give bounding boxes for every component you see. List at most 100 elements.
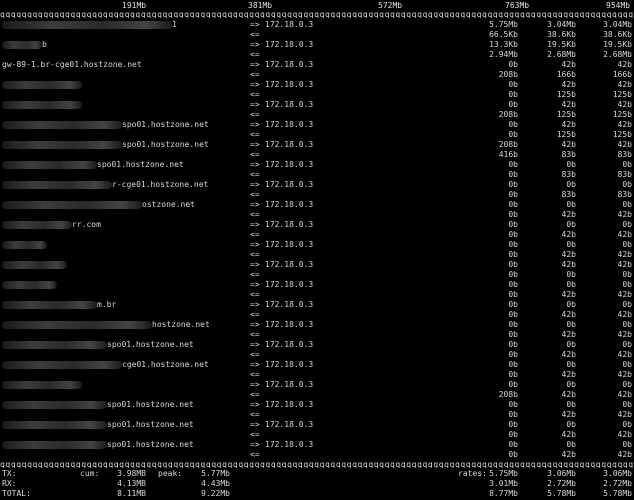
connection-row-in: <= 0b 42b 42b bbox=[0, 210, 634, 220]
connection-row-out: => 172.18.0.3 0b 42b 42b bbox=[0, 260, 634, 270]
remote-host-text: spo01.hostzone.net bbox=[107, 440, 194, 449]
rate-40s: 42b bbox=[617, 140, 632, 149]
remote-host: r-cge01.hostzone.net bbox=[2, 180, 208, 190]
direction-arrow: <= bbox=[250, 330, 260, 339]
rate-40s: 19.5Kb bbox=[603, 40, 632, 49]
direction-arrow: <= bbox=[250, 130, 260, 139]
rate-10s: 0b bbox=[566, 200, 576, 209]
connection-list: 1 => 172.18.0.3 5.75Mb 3.04Mb 3.04Mb <= 66.5Kb 3… bbox=[0, 20, 634, 460]
local-host: 172.18.0.3 bbox=[265, 280, 314, 289]
remote-host-text: cge01.hostzone.net bbox=[122, 360, 209, 369]
connection-row-out: => 172.18.0.3 0b 0b 0b bbox=[0, 240, 634, 250]
connection-row-in: <= 416b 83b 83b bbox=[0, 150, 634, 160]
connection-row-out: => 172.18.0.3 0b 42b 42b bbox=[0, 80, 634, 90]
direction-arrow: => bbox=[250, 420, 260, 429]
remote-host: spo01.hostzone.net bbox=[2, 440, 194, 450]
scale-label-5: 954Mb bbox=[606, 1, 631, 10]
local-host: 172.18.0.3 bbox=[265, 360, 314, 369]
rate-10s: 0b bbox=[566, 340, 576, 349]
connection-row-in: <= 0b 125b 125b bbox=[0, 90, 634, 100]
cum-label: cum: bbox=[80, 469, 100, 478]
redaction-mark bbox=[2, 420, 107, 429]
scale-label-1: 191Mb bbox=[122, 1, 147, 10]
redaction-mark bbox=[2, 100, 82, 109]
rate-40s: 0b bbox=[622, 220, 632, 229]
rate-2s: 0b bbox=[508, 270, 518, 279]
direction-arrow: <= bbox=[250, 150, 260, 159]
rate-40s: 42b bbox=[617, 350, 632, 359]
rate-2s: 0b bbox=[508, 440, 518, 449]
rate-10s: 125b bbox=[556, 130, 576, 139]
rate-40s: 0b bbox=[622, 380, 632, 389]
rate-10s: 42b bbox=[561, 230, 576, 239]
connection-row-out: r-cge01.hostzone.net => 172.18.0.3 0b 0b 0b bbox=[0, 180, 634, 190]
local-host: 172.18.0.3 bbox=[265, 40, 314, 49]
connection-row-out: 1 => 172.18.0.3 5.75Mb 3.04Mb 3.04Mb bbox=[0, 20, 634, 30]
connection-row-in: <= 0b 83b 83b bbox=[0, 170, 634, 180]
connection-row-out: spo01.hostzone.net => 172.18.0.3 0b 0b 0b bbox=[0, 160, 634, 170]
remote-host: cge01.hostzone.net bbox=[2, 360, 209, 370]
rate-2s: 0b bbox=[508, 450, 518, 459]
direction-arrow: <= bbox=[250, 270, 260, 279]
scale-label-3: 572Mb bbox=[378, 1, 403, 10]
rate-40s: 42b bbox=[617, 330, 632, 339]
connection-row-in: <= 0b 42b 42b bbox=[0, 230, 634, 240]
rate-40s: 42b bbox=[617, 390, 632, 399]
direction-arrow: => bbox=[250, 380, 260, 389]
redaction-mark bbox=[2, 220, 72, 229]
cum-value: 3.98MB bbox=[117, 469, 146, 478]
direction-arrow: <= bbox=[250, 190, 260, 199]
redaction-mark bbox=[2, 200, 142, 209]
rate-10s: 125b bbox=[556, 110, 576, 119]
rate-40s: 0b bbox=[622, 160, 632, 169]
rate-10s: 42b bbox=[561, 390, 576, 399]
connection-row-in: <= 0b 42b 42b bbox=[0, 350, 634, 360]
direction-arrow: => bbox=[250, 60, 260, 69]
connection-row-out: m.br => 172.18.0.3 0b 0b 0b bbox=[0, 300, 634, 310]
local-host: 172.18.0.3 bbox=[265, 60, 314, 69]
direction-arrow: => bbox=[250, 240, 260, 249]
top-rule: qqqqqqqqqqqqqqqqqqqqqqqqqqqqqqqqqqqqqqqq… bbox=[0, 10, 634, 18]
rate-40s: 83b bbox=[617, 170, 632, 179]
connection-row-in: <= 0b 0b 0b bbox=[0, 270, 634, 280]
direction-arrow: => bbox=[250, 40, 260, 49]
local-host: 172.18.0.3 bbox=[265, 80, 314, 89]
rate-2s: 208b bbox=[498, 140, 518, 149]
rate-10s: 83b bbox=[561, 150, 576, 159]
peak-value: 5.77Mb bbox=[201, 469, 230, 478]
rate-2s: 0b bbox=[508, 430, 518, 439]
rate-40s: 0b bbox=[622, 420, 632, 429]
totals-label: RX: bbox=[2, 479, 17, 488]
local-host: 172.18.0.3 bbox=[265, 20, 314, 29]
rate-40s: 3.04Mb bbox=[603, 20, 632, 29]
direction-arrow: <= bbox=[250, 370, 260, 379]
direction-arrow: <= bbox=[250, 70, 260, 79]
rate-10s: 3.04Mb bbox=[547, 20, 576, 29]
rate-2s: 0b bbox=[508, 240, 518, 249]
direction-arrow: <= bbox=[250, 250, 260, 259]
connection-row-out: => 172.18.0.3 0b 42b 42b bbox=[0, 100, 634, 110]
connection-row-in: <= 66.5Kb 38.6Kb 38.6Kb bbox=[0, 30, 634, 40]
totals-panel: TX: cum: peak: rates: 3.98MB 5.77Mb 5.75Mb 3.06… bbox=[0, 469, 634, 499]
direction-arrow: => bbox=[250, 80, 260, 89]
connection-row-out: b => 172.18.0.3 13.3Kb 19.5Kb 19.5Kb bbox=[0, 40, 634, 50]
rate-40s: 42b bbox=[617, 60, 632, 69]
connection-row-out: spo01.hostzone.net => 172.18.0.3 0b 42b 42b bbox=[0, 120, 634, 130]
rate-10s: 42b bbox=[561, 140, 576, 149]
rate-10s: 42b bbox=[561, 330, 576, 339]
rate-40s: 83b bbox=[617, 150, 632, 159]
local-host: 172.18.0.3 bbox=[265, 400, 314, 409]
rate-40s: 42b bbox=[617, 450, 632, 459]
connection-row-out: gw-89-1.br-cge01.hostzone.net => 172.18.0.… bbox=[0, 60, 634, 70]
remote-host bbox=[2, 80, 82, 90]
direction-arrow: <= bbox=[250, 50, 260, 59]
connection-row-in: <= 208b 125b 125b bbox=[0, 110, 634, 120]
rate-2s: 0b bbox=[508, 130, 518, 139]
remote-host: spo01.hostzone.net bbox=[2, 120, 209, 130]
local-host: 172.18.0.3 bbox=[265, 320, 314, 329]
rate-10s: 0b bbox=[566, 360, 576, 369]
cum-value: 4.13MB bbox=[117, 479, 146, 488]
redaction-mark bbox=[2, 360, 122, 369]
totals-label: TOTAL: bbox=[2, 489, 31, 498]
direction-arrow: <= bbox=[250, 110, 260, 119]
